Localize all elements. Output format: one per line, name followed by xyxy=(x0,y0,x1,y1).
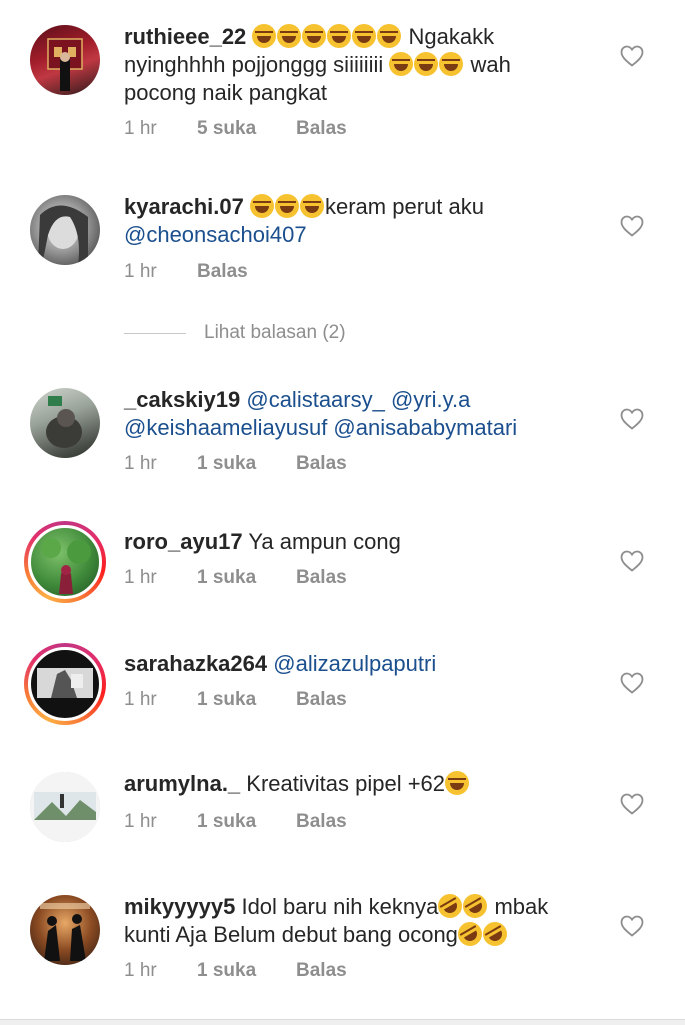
timestamp: 1 hr xyxy=(124,261,157,282)
heart-outline-icon[interactable] xyxy=(620,45,644,67)
view-replies-label: Lihat balasan (2) xyxy=(204,322,346,343)
timestamp: 1 hr xyxy=(124,567,157,588)
emoji-group xyxy=(453,917,512,951)
emoji-group xyxy=(433,889,492,923)
face-with-tears-of-joy-icon xyxy=(445,771,470,795)
heart-outline-icon[interactable] xyxy=(620,550,644,572)
avatar[interactable] xyxy=(30,772,100,842)
username[interactable]: kyarachi.07 xyxy=(124,194,244,219)
face-with-tears-of-joy-icon xyxy=(439,52,464,76)
reply-button[interactable]: Balas xyxy=(296,960,347,982)
comment-text: kyarachi.07 keram perut aku @cheonsachoi… xyxy=(124,193,584,249)
like-count[interactable]: 1 suka xyxy=(197,453,256,475)
avatar-story-ring[interactable] xyxy=(24,521,106,603)
comment-body: keram perut aku xyxy=(325,194,484,219)
avatar xyxy=(28,525,102,599)
reply-button[interactable]: Balas xyxy=(296,453,347,475)
mention-link[interactable]: @alizazulpaputri xyxy=(273,651,436,676)
username[interactable]: _cakskiy19 xyxy=(124,387,240,412)
reply-button[interactable]: Balas xyxy=(296,689,347,711)
face-with-tears-of-joy-icon xyxy=(277,24,302,48)
avatar[interactable] xyxy=(30,895,100,965)
avatar[interactable] xyxy=(30,195,100,265)
mention-link[interactable]: @cheonsachoi407 xyxy=(124,222,307,247)
face-with-tears-of-joy-icon xyxy=(377,24,402,48)
divider-line xyxy=(124,333,186,334)
comment-text: sarahazka264 @alizazulpaputri xyxy=(124,650,584,678)
avatar[interactable] xyxy=(30,388,100,458)
heart-outline-icon[interactable] xyxy=(620,408,644,430)
face-with-tears-of-joy-icon xyxy=(275,194,299,218)
rolling-on-floor-laughing-icon xyxy=(458,889,492,923)
avatar xyxy=(28,647,102,721)
heart-outline-icon[interactable] xyxy=(620,215,644,237)
username[interactable]: sarahazka264 xyxy=(124,651,267,676)
like-count[interactable]: 1 suka xyxy=(197,567,256,589)
heart-outline-icon[interactable] xyxy=(620,672,644,694)
rolling-on-floor-laughing-icon xyxy=(478,917,512,951)
face-with-tears-of-joy-icon xyxy=(250,194,274,218)
comment-text: mikyyyyy5 Idol baru nih keknya mbak kunt… xyxy=(124,889,584,951)
face-with-tears-of-joy-icon xyxy=(302,24,327,48)
face-with-tears-of-joy-icon xyxy=(389,52,414,76)
face-with-tears-of-joy-icon xyxy=(352,24,377,48)
timestamp: 1 hr xyxy=(124,453,157,474)
like-count[interactable]: 5 suka xyxy=(197,118,256,140)
reply-button[interactable]: Balas xyxy=(197,261,248,283)
comment-text: arumylna._ Kreativitas pipel +62 xyxy=(124,770,584,798)
timestamp: 1 hr xyxy=(124,689,157,710)
face-with-tears-of-joy-icon xyxy=(300,194,324,218)
avatar[interactable] xyxy=(30,25,100,95)
comment-text: roro_ayu17 Ya ampun cong xyxy=(124,528,584,556)
avatar-story-ring[interactable] xyxy=(24,643,106,725)
username[interactable]: arumylna._ xyxy=(124,771,240,796)
reply-button[interactable]: Balas xyxy=(296,118,347,140)
bottom-divider xyxy=(0,1019,685,1025)
like-count[interactable]: 1 suka xyxy=(197,811,256,833)
reply-button[interactable]: Balas xyxy=(296,811,347,833)
username[interactable]: mikyyyyy5 xyxy=(124,894,235,919)
comment-body: Kreativitas pipel +62 xyxy=(246,771,446,796)
face-with-tears-of-joy-icon xyxy=(252,24,277,48)
emoji-group xyxy=(389,52,464,77)
timestamp: 1 hr xyxy=(124,118,157,139)
emoji-group xyxy=(252,24,402,49)
reply-button[interactable]: Balas xyxy=(296,567,347,589)
username[interactable]: ruthieee_22 xyxy=(124,24,246,49)
rolling-on-floor-laughing-icon xyxy=(453,917,487,951)
like-count[interactable]: 1 suka xyxy=(197,689,256,711)
heart-outline-icon[interactable] xyxy=(620,915,644,937)
emoji-group xyxy=(250,194,325,219)
comment-body: Ya ampun cong xyxy=(248,529,401,554)
timestamp: 1 hr xyxy=(124,960,157,981)
comment-text: _cakskiy19 @calistaarsy_ @yri.y.a @keish… xyxy=(124,386,584,442)
comment-text: ruthieee_22 Ngakakk nyinghhhh pojjonggg … xyxy=(124,23,584,107)
timestamp: 1 hr xyxy=(124,811,157,832)
username[interactable]: roro_ayu17 xyxy=(124,529,243,554)
heart-outline-icon[interactable] xyxy=(620,793,644,815)
face-with-tears-of-joy-icon xyxy=(414,52,439,76)
face-with-tears-of-joy-icon xyxy=(327,24,352,48)
like-count[interactable]: 1 suka xyxy=(197,960,256,982)
comment-body: Idol baru nih keknya xyxy=(241,894,439,919)
